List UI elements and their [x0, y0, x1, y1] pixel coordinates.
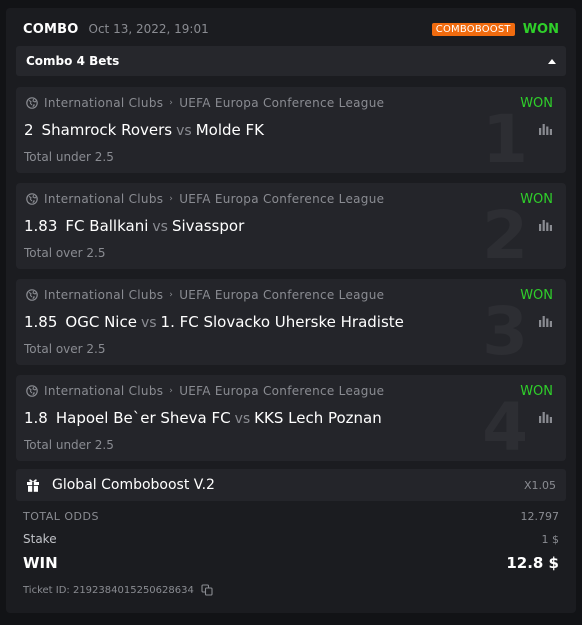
home-team: Hapoel Be`er Sheva FC: [55, 409, 231, 427]
bet-odds: 1.83: [24, 217, 58, 235]
bet-date: Oct 13, 2022, 19:01: [88, 22, 209, 36]
stake-value: 1 $: [541, 532, 560, 546]
bet-breadcrumb: International Clubs › UEFA Europa Confer…: [26, 384, 384, 398]
stake-label: Stake: [23, 532, 57, 546]
bet-breadcrumb: International Clubs › UEFA Europa Confer…: [26, 288, 384, 302]
total-odds-row: TOTAL ODDS 12.797: [23, 510, 559, 523]
away-team: KKS Lech Poznan: [254, 409, 382, 427]
league-label: UEFA Europa Conference League: [179, 288, 385, 302]
globe-icon: [26, 193, 38, 205]
stats-icon[interactable]: [539, 316, 552, 327]
ticket-status: WON: [522, 21, 559, 37]
home-team: FC Ballkani: [65, 217, 149, 235]
vs-label: vs: [234, 411, 251, 427]
comboboost-badge: COMBOBOOST: [431, 22, 515, 36]
win-value: 12.8 $: [506, 554, 559, 572]
vs-label: vs: [152, 219, 168, 235]
gift-icon: [27, 479, 39, 492]
combo-toggle-bar[interactable]: Combo 4 Bets: [16, 46, 566, 76]
win-label: WIN: [23, 554, 58, 572]
bet-status: WON: [520, 192, 553, 207]
ticket-header: COMBO Oct 13, 2022, 19:01 COMBOBOOST WON: [23, 21, 559, 37]
away-team: Sivasspor: [171, 217, 245, 235]
bet-match: 2 Shamrock Rovers vs Molde FK: [24, 121, 264, 139]
bet-status: WON: [520, 384, 553, 399]
bet-market: Total under 2.5: [24, 150, 114, 164]
sport-label: International Clubs: [44, 192, 164, 206]
bet-index-number: 1: [482, 101, 528, 174]
bet-odds: 1.85: [24, 313, 58, 331]
chevron-right-icon: ›: [169, 290, 174, 300]
home-team: Shamrock Rovers: [41, 121, 173, 139]
caret-up-icon[interactable]: [548, 58, 556, 64]
bet-type-title: COMBO: [23, 21, 79, 37]
stats-icon[interactable]: [539, 412, 552, 423]
total-odds-value: 12.797: [520, 510, 560, 523]
bet-item: 2 International Clubs › UEFA Europa Conf…: [16, 183, 566, 269]
ticket-id: Ticket ID: 2192384015250628634: [23, 584, 194, 596]
global-comboboost-multiplier: X1.05: [523, 478, 556, 492]
bet-status: WON: [520, 288, 553, 303]
bet-market: Total over 2.5: [24, 342, 106, 356]
total-odds-label: TOTAL ODDS: [23, 510, 99, 523]
chevron-right-icon: ›: [169, 386, 174, 396]
bet-match: 1.8 Hapoel Be`er Sheva FC vs KKS Lech Po…: [24, 409, 382, 427]
stats-icon[interactable]: [539, 220, 552, 231]
global-comboboost-row: Global Comboboost V.2 X1.05: [16, 469, 566, 501]
combo-label: Combo 4 Bets: [26, 54, 120, 68]
sport-label: International Clubs: [44, 96, 164, 110]
league-label: UEFA Europa Conference League: [179, 384, 385, 398]
stats-icon[interactable]: [539, 124, 552, 135]
stake-row: Stake 1 $: [23, 532, 559, 546]
league-label: UEFA Europa Conference League: [179, 192, 385, 206]
bet-odds: 1.8: [24, 409, 48, 427]
sport-label: International Clubs: [44, 288, 164, 302]
bet-market: Total over 2.5: [24, 246, 106, 260]
chevron-right-icon: ›: [169, 98, 174, 108]
bet-index-number: 2: [482, 197, 528, 270]
copy-icon[interactable]: [201, 584, 213, 596]
league-label: UEFA Europa Conference League: [179, 96, 385, 110]
bet-breadcrumb: International Clubs › UEFA Europa Confer…: [26, 192, 384, 206]
chevron-right-icon: ›: [169, 194, 174, 204]
bet-item: 3 International Clubs › UEFA Europa Conf…: [16, 279, 566, 365]
bet-item: 4 International Clubs › UEFA Europa Conf…: [16, 375, 566, 461]
home-team: OGC Nice: [65, 313, 137, 331]
globe-icon: [26, 385, 38, 397]
win-row: WIN 12.8 $: [23, 554, 559, 572]
bet-status: WON: [520, 96, 553, 111]
bet-match: 1.85 OGC Nice vs 1. FC Slovacko Uherske …: [24, 313, 404, 331]
away-team: 1. FC Slovacko Uherske Hradiste: [160, 313, 404, 331]
bet-match: 1.83 FC Ballkani vs Sivasspor: [24, 217, 244, 235]
globe-icon: [26, 97, 38, 109]
bet-odds: 2: [24, 121, 34, 139]
bet-ticket-card: COMBO Oct 13, 2022, 19:01 COMBOBOOST WON…: [6, 8, 576, 613]
bet-item: 1 International Clubs › UEFA Europa Conf…: [16, 87, 566, 173]
bet-breadcrumb: International Clubs › UEFA Europa Confer…: [26, 96, 384, 110]
bet-index-number: 4: [482, 389, 528, 462]
global-comboboost-label: Global Comboboost V.2: [52, 477, 215, 493]
bet-index-number: 3: [482, 293, 528, 366]
vs-label: vs: [176, 123, 192, 139]
header-right: COMBOBOOST WON: [431, 21, 559, 37]
globe-icon: [26, 289, 38, 301]
away-team: Molde FK: [195, 121, 264, 139]
vs-label: vs: [140, 315, 157, 331]
ticket-id-row: Ticket ID: 2192384015250628634: [23, 584, 213, 596]
bet-market: Total under 2.5: [24, 438, 114, 452]
sport-label: International Clubs: [44, 384, 164, 398]
